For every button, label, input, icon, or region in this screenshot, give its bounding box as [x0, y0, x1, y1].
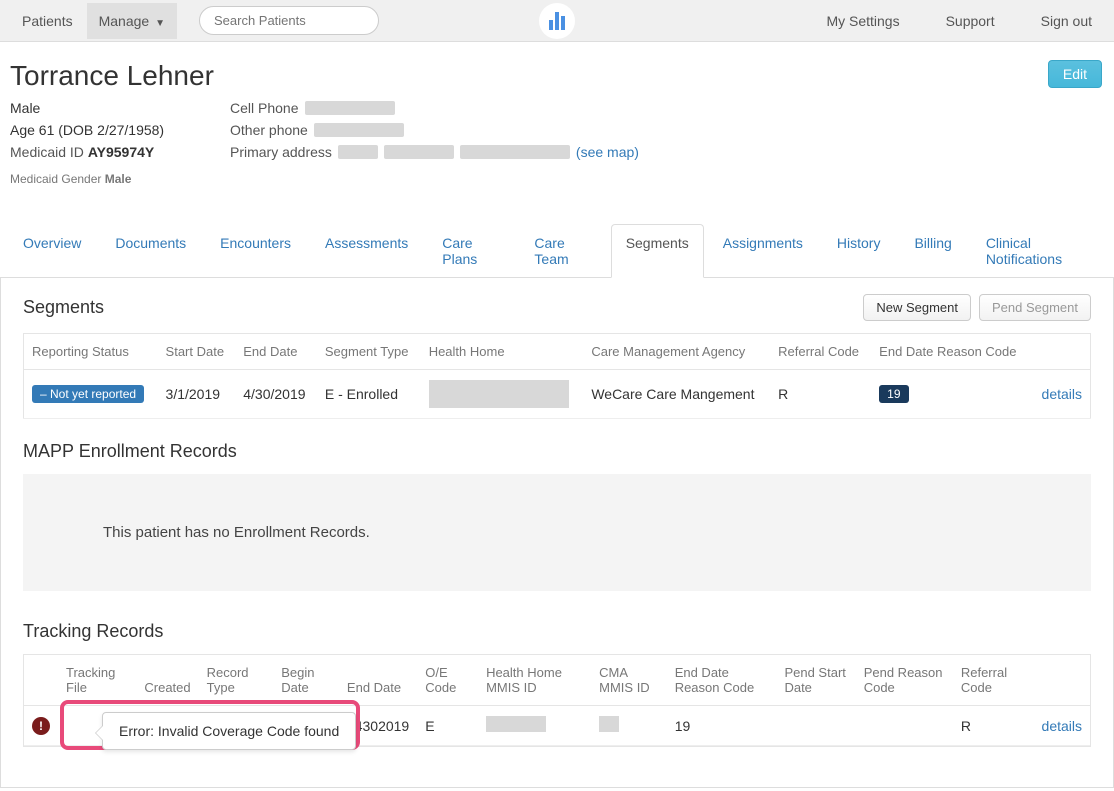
tracking-details-link[interactable]: details [1042, 718, 1082, 734]
new-segment-button[interactable]: New Segment [863, 294, 971, 321]
tab-content: Segments New Segment Pend Segment Report… [0, 278, 1114, 788]
nav-manage[interactable]: Manage ▼ [87, 3, 177, 39]
nav-my-settings[interactable]: My Settings [814, 3, 911, 39]
tab-history[interactable]: History [822, 224, 896, 277]
tcol-hh-mmis: Health Home MMIS ID [478, 655, 591, 706]
end-reason-badge: 19 [879, 385, 908, 403]
cell-phone-row: Cell Phone [230, 100, 650, 116]
trow-cma-mmis [591, 706, 667, 746]
tcol-pend-reason: Pend Reason Code [856, 655, 953, 706]
col-end-reason: End Date Reason Code [871, 334, 1031, 370]
edit-button[interactable]: Edit [1048, 60, 1102, 88]
pend-segment-button[interactable]: Pend Segment [979, 294, 1091, 321]
patient-medicaid: Medicaid ID AY95974Y [10, 144, 180, 160]
tab-documents[interactable]: Documents [100, 224, 201, 277]
seg-end: 4/30/2019 [235, 370, 317, 419]
tcol-referral: Referral Code [953, 655, 1034, 706]
patient-name: Torrance Lehner [10, 60, 1104, 92]
col-reporting: Reporting Status [24, 334, 158, 370]
tcol-oe: O/E Code [417, 655, 478, 706]
patient-header: Torrance Lehner Edit Male Age 61 (DOB 2/… [0, 42, 1114, 196]
segments-table: Reporting Status Start Date End Date Seg… [23, 333, 1091, 419]
patient-gender: Male [10, 100, 180, 116]
col-referral: Referral Code [770, 334, 871, 370]
redacted-other [314, 123, 404, 137]
enrollment-empty-text: This patient has no Enrollment Records. [53, 524, 1061, 541]
tab-assessments[interactable]: Assessments [310, 224, 423, 277]
top-nav: Patients Manage ▼ My Settings Support Si… [0, 0, 1114, 42]
tcol-begin: Begin Date [273, 655, 339, 706]
redacted-cell [305, 101, 395, 115]
nav-patients[interactable]: Patients [10, 3, 85, 39]
enrollment-empty-box: This patient has no Enrollment Records. [23, 474, 1091, 591]
tcol-rtype: Record Type [199, 655, 274, 706]
segments-title: Segments [23, 297, 104, 318]
redacted-addr-3 [460, 145, 570, 159]
trow-end-reason: 19 [667, 706, 777, 746]
redacted-addr-2 [384, 145, 454, 159]
tracking-row: ! Error: Invalid Coverage Code found 201… [24, 706, 1090, 746]
tcol-file: Tracking File [58, 655, 136, 706]
col-start: Start Date [158, 334, 236, 370]
patient-medicaid-gender: Medicaid Gender Male [10, 172, 180, 186]
app-logo[interactable] [539, 3, 575, 39]
tab-assignments[interactable]: Assignments [708, 224, 818, 277]
tab-encounters[interactable]: Encounters [205, 224, 306, 277]
tab-care-team[interactable]: Care Team [519, 224, 606, 277]
error-icon[interactable]: ! [32, 717, 50, 735]
tab-billing[interactable]: Billing [899, 224, 966, 277]
tab-clinical[interactable]: Clinical Notifications [971, 224, 1106, 277]
seg-referral: R [770, 370, 871, 419]
tab-care-plans[interactable]: Care Plans [427, 224, 515, 277]
other-phone-row: Other phone [230, 122, 650, 138]
segment-row: – Not yet reported 3/1/2019 4/30/2019 E … [24, 370, 1091, 419]
trow-referral: R [953, 706, 1034, 746]
tcol-created: Created [136, 655, 198, 706]
seg-type: E - Enrolled [317, 370, 421, 419]
tracking-table: Tracking File Created Record Type Begin … [24, 655, 1090, 746]
tracking-title: Tracking Records [23, 621, 1091, 642]
trow-hh-mmis [478, 706, 591, 746]
tab-overview[interactable]: Overview [8, 224, 96, 277]
tab-segments[interactable]: Segments [611, 224, 704, 278]
tcol-pend-start: Pend Start Date [776, 655, 855, 706]
tcol-cma-mmis: CMA MMIS ID [591, 655, 667, 706]
nav-sign-out[interactable]: Sign out [1029, 3, 1104, 39]
patient-tabs: Overview Documents Encounters Assessment… [0, 224, 1114, 278]
segment-details-link[interactable]: details [1042, 386, 1082, 402]
status-badge: – Not yet reported [32, 385, 144, 403]
seg-start: 3/1/2019 [158, 370, 236, 419]
trow-oe: E [417, 706, 478, 746]
nav-manage-label: Manage [99, 13, 150, 29]
col-end: End Date [235, 334, 317, 370]
col-health-home: Health Home [421, 334, 584, 370]
redacted-addr-1 [338, 145, 378, 159]
mapp-title: MAPP Enrollment Records [23, 441, 1091, 462]
tcol-end-reason: End Date Reason Code [667, 655, 777, 706]
bars-icon [549, 12, 565, 30]
search-input[interactable] [199, 6, 379, 35]
col-type: Segment Type [317, 334, 421, 370]
address-row: Primary address (see map) [230, 144, 650, 160]
seg-cma: WeCare Care Mangement [583, 370, 770, 419]
seg-health-home [421, 370, 584, 419]
col-cma: Care Management Agency [583, 334, 770, 370]
nav-support[interactable]: Support [934, 3, 1007, 39]
tcol-end: End Date [339, 655, 417, 706]
error-tooltip: Error: Invalid Coverage Code found [102, 712, 356, 750]
see-map-link[interactable]: (see map) [576, 144, 639, 160]
chevron-down-icon: ▼ [155, 18, 165, 29]
patient-age-dob: Age 61 (DOB 2/27/1958) [10, 122, 180, 138]
